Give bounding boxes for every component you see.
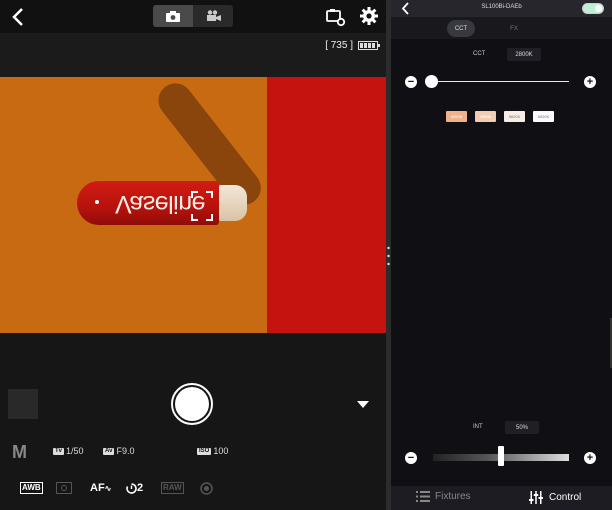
video-mode-button[interactable] [193,5,233,27]
int-value-field[interactable]: 50% [505,421,539,434]
battery-icon [358,41,380,50]
light-control-app: SL100Bi-DAEb CCT FX CCT 2800K − + 3200K … [391,0,612,510]
camera-top-bar [0,0,386,33]
preset-4300k[interactable]: 4300K [475,111,496,122]
function-icons-row: AWB AF ∿ 2 RAW [0,482,386,500]
list-icon [416,491,430,502]
self-timer-button[interactable]: 2 [126,482,143,494]
tv-badge: Tv [53,447,65,455]
power-toggle[interactable] [582,3,604,14]
nav-control[interactable]: Control [529,491,581,504]
raw-icon: RAW [161,482,184,494]
bottom-nav: Fixtures Control [391,486,612,510]
capture-mode-toggle [153,5,233,27]
int-label: INT [473,424,483,430]
shutter-button[interactable] [171,383,213,425]
nav-fixtures[interactable]: Fixtures [416,491,471,502]
red-backdrop [267,77,386,333]
sliders-icon [529,491,543,504]
drive-value: 2 [137,482,144,494]
int-decrease-button[interactable]: − [405,452,417,464]
int-slider-thumb[interactable] [498,446,504,466]
product-tube: Vaseline [77,181,247,225]
iso-value: 100 [213,446,229,456]
af-mode-button[interactable]: AF ∿ [90,482,111,494]
video-camera-icon [207,10,221,21]
camera-settings-icon[interactable] [326,7,346,27]
camera-app: [ 735 ] Vaseline M Tv 1/50 Av F9.0 ISO 1… [0,0,386,510]
control-top-bar: SL100Bi-DAEb [391,0,612,17]
shots-remaining: [ 735 ] [325,40,353,51]
aperture-setting[interactable]: Av F9.0 [103,446,134,456]
cct-slider-thumb[interactable] [425,75,438,88]
chevron-left-icon[interactable] [10,7,28,27]
metering-icon [56,482,72,494]
preset-6500k[interactable]: 6500K [533,111,554,122]
shutter-speed-value: 1/50 [66,446,84,456]
focus-frame-icon[interactable] [191,191,213,221]
tab-cct[interactable]: CCT [447,20,475,37]
divider-handle-icon[interactable] [387,245,390,267]
metering-button[interactable] [56,482,72,494]
nav-fixtures-label: Fixtures [435,491,471,502]
preset-3200k[interactable]: 3200K [446,111,467,122]
aperture-value: F9.0 [116,446,135,456]
int-increase-button[interactable]: + [584,452,596,464]
device-name: SL100Bi-DAEb [481,4,522,10]
status-row: [ 735 ] [0,33,386,77]
cct-increase-button[interactable]: + [584,76,596,88]
tab-fx[interactable]: FX [503,20,525,37]
af-label: AF [90,482,105,494]
cct-slider-track[interactable] [431,81,569,82]
preset-5600k[interactable]: 5600K [504,111,525,122]
raw-button[interactable]: RAW [161,482,184,494]
gear-icon[interactable] [360,7,378,25]
self-timer-icon [126,483,137,494]
white-balance-button[interactable]: AWB [20,482,43,494]
mode-tabs: CCT FX [391,17,612,39]
exposure-mode[interactable]: M [12,442,27,463]
circle-icon [200,482,213,495]
white-balance-label: AWB [20,482,43,494]
expand-arrow-icon[interactable] [357,401,369,408]
photo-mode-button[interactable] [153,5,193,27]
iso-badge: ISO [197,447,212,455]
circle-button[interactable] [200,482,213,495]
av-badge: Av [103,447,115,455]
cct-value-field[interactable]: 2800K [507,48,541,61]
shutter-icon [175,387,209,421]
shutter-speed-setting[interactable]: Tv 1/50 [53,446,84,456]
cct-decrease-button[interactable]: − [405,76,417,88]
nav-control-label: Control [549,492,582,503]
camera-icon [166,10,180,22]
gallery-thumbnail[interactable] [8,389,38,419]
iso-setting[interactable]: ISO 100 [197,446,228,456]
camera-controls: M Tv 1/50 Av F9.0 ISO 100 AWB AF ∿ 2 RAW [0,333,386,510]
cct-label: CCT [473,51,486,57]
